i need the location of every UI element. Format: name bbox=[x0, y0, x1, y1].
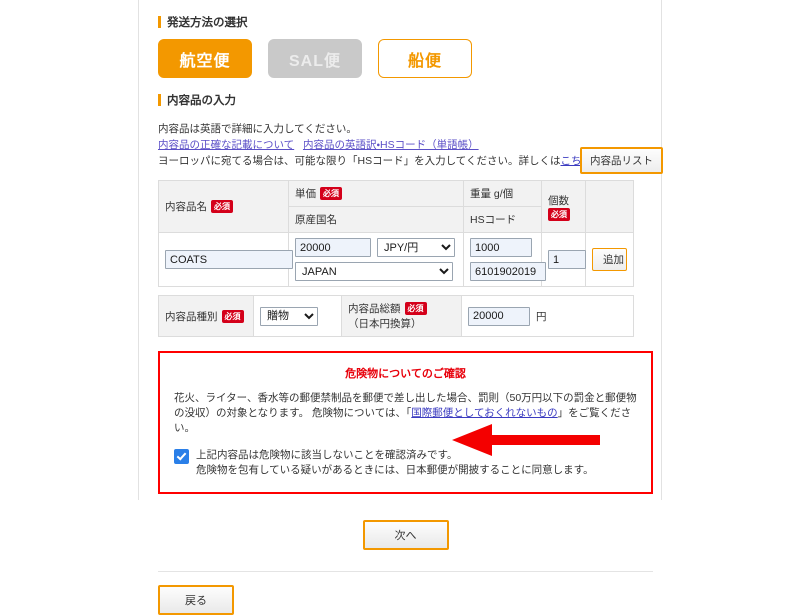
shipping-method-heading: 発送方法の選択 bbox=[158, 14, 661, 30]
item-table-header-row-1: 内容品名 必須 単価 必須 重量 g/個 個数 必須 bbox=[158, 180, 634, 233]
label-quantity: 個数 bbox=[548, 194, 569, 207]
item-name-input[interactable] bbox=[165, 250, 293, 269]
cell-price-origin: JPY/円 JAPAN bbox=[288, 232, 464, 287]
back-button[interactable]: 戻る bbox=[158, 585, 234, 615]
badge-required-unit-price: 必須 bbox=[320, 187, 342, 200]
shipping-option-sal-label: SAL便 bbox=[288, 52, 341, 70]
shipping-option-sal[interactable]: SAL便 bbox=[268, 39, 362, 78]
cell-header-origin-country: 原産国名 bbox=[288, 206, 464, 233]
link-accurate-description[interactable]: 内容品の正確な記載について bbox=[158, 139, 294, 151]
item-table: 内容品名 必須 単価 必須 重量 g/個 個数 必須 原産国名 HSコード CO… bbox=[158, 180, 634, 287]
label-content-kind: 内容品種別 bbox=[165, 310, 218, 323]
shipping-method-heading-label: 発送方法の選択 bbox=[167, 17, 248, 29]
dangerous-goods-box: 危険物についてのご確認 花火、ライター、香水等の郵便禁制品を郵便で差し出した場合… bbox=[158, 351, 653, 494]
agreement-checkbox[interactable] bbox=[174, 449, 189, 464]
cell-header-item-name: 内容品名 必須 bbox=[158, 180, 289, 233]
price-currency-row: JPY/円 bbox=[295, 238, 457, 257]
intro-line-1: 内容品は英語で詳細に入力してください。 bbox=[158, 123, 357, 135]
cell-header-action bbox=[585, 180, 634, 233]
label-hs-code: HSコード bbox=[470, 214, 517, 226]
cell-add-button: 追加 bbox=[585, 232, 634, 287]
origin-country-select[interactable]: JAPAN bbox=[295, 262, 453, 281]
badge-required-kind: 必須 bbox=[221, 309, 244, 323]
badge-required-quantity: 必須 bbox=[548, 207, 570, 221]
unit-price-input[interactable] bbox=[295, 238, 371, 257]
cell-kind-label: 内容品種別 必須 bbox=[158, 295, 254, 337]
cell-header-unit-price: 単価 必須 bbox=[288, 180, 464, 207]
heading-accent-bar bbox=[158, 16, 161, 28]
cell-kind-select: 贈物 bbox=[253, 295, 342, 337]
next-button[interactable]: 次へ bbox=[362, 520, 449, 550]
weight-input[interactable] bbox=[470, 238, 532, 257]
intro-line-3-before: ヨーロッパに宛てる場合は、可能な限り「HSコード」を入力してください。詳しくは bbox=[158, 155, 561, 167]
shipping-option-sea[interactable]: 船便 bbox=[378, 39, 472, 78]
cell-total-input: 円 bbox=[461, 295, 634, 337]
content-kind-select[interactable]: 贈物 bbox=[260, 306, 318, 326]
cell-item-name-input bbox=[158, 232, 293, 287]
add-item-button[interactable]: 追加 bbox=[592, 248, 627, 271]
label-weight: 重量 g/個 bbox=[470, 188, 514, 200]
next-button-wrap: 次へ bbox=[158, 520, 653, 550]
label-origin-country: 原産国名 bbox=[295, 214, 337, 226]
shipping-option-sea-label: 船便 bbox=[407, 52, 442, 70]
summary-table-row: 内容品種別必須 贈物 内容品総額必須 （日本円換算） 円 bbox=[158, 295, 634, 337]
left-rule bbox=[138, 0, 139, 500]
badge-required-name: 必須 bbox=[211, 200, 233, 213]
badge-required-total: 必須 bbox=[404, 302, 427, 315]
currency-select[interactable]: JPY/円 bbox=[377, 238, 455, 257]
agreement-row: 上記内容品は危険物に該当しないことを確認済みです。 危険物を包有している疑いがあ… bbox=[174, 448, 637, 478]
footer-divider bbox=[158, 571, 653, 572]
shipping-option-air[interactable]: 航空便 bbox=[158, 39, 252, 78]
cell-quantity-input bbox=[541, 232, 586, 287]
contents-input-heading: 内容品の入力 bbox=[158, 92, 661, 108]
agreement-text: 上記内容品は危険物に該当しないことを確認済みです。 危険物を包有している疑いがあ… bbox=[196, 448, 594, 478]
cell-weight-hs bbox=[463, 232, 546, 287]
cell-header-quantity: 個数 必須 bbox=[541, 180, 586, 233]
shipping-option-air-label: 航空便 bbox=[179, 52, 231, 70]
page-root: 発送方法の選択 航空便 SAL便 船便 内容品の入力 内容品は英語で詳細に入力し… bbox=[0, 0, 800, 615]
contents-input-heading-label: 内容品の入力 bbox=[167, 95, 236, 107]
contents-intro: 内容品は英語で詳細に入力してください。 内容品の正確な記載について_ 内容品の英… bbox=[158, 123, 663, 174]
link-prohibited-items[interactable]: 国際郵便としておくれないもの bbox=[411, 407, 557, 419]
label-unit-price: 単価 bbox=[295, 188, 316, 200]
label-total-amount-sub: （日本円換算） bbox=[348, 318, 422, 330]
heading-accent-bar-2 bbox=[158, 94, 161, 106]
right-rule bbox=[661, 0, 662, 500]
agreement-line-2: 危険物を包有している疑いがあるときには、日本郵便が開披することに同意します。 bbox=[196, 464, 594, 476]
dangerous-goods-body: 花火、ライター、香水等の郵便禁制品を郵便で差し出した場合、罰則（50万円以下の罰… bbox=[174, 391, 637, 436]
label-item-name: 内容品名 bbox=[165, 201, 207, 213]
label-total-amount: 内容品総額 bbox=[348, 303, 401, 315]
cell-header-weight: 重量 g/個 bbox=[463, 180, 542, 207]
hs-code-input[interactable] bbox=[470, 262, 546, 281]
form-content: 発送方法の選択 航空便 SAL便 船便 内容品の入力 内容品は英語で詳細に入力し… bbox=[158, 0, 663, 615]
shipping-method-options: 航空便 SAL便 船便 bbox=[158, 39, 661, 78]
dangerous-goods-title: 危険物についてのご確認 bbox=[345, 368, 466, 380]
link-english-hs-code[interactable]: 内容品の英語訳・HSコード（単語帳） bbox=[303, 139, 479, 151]
contents-list-button[interactable]: 内容品リスト bbox=[580, 147, 663, 174]
label-total-unit: 円 bbox=[536, 310, 547, 323]
cell-header-hs-code: HSコード bbox=[463, 206, 542, 233]
total-amount-input[interactable] bbox=[468, 306, 530, 326]
quantity-input[interactable] bbox=[548, 250, 586, 269]
summary-table: 内容品種別必須 贈物 内容品総額必須 （日本円換算） 円 bbox=[158, 295, 634, 337]
cell-total-label: 内容品総額 必須 （日本円換算） bbox=[341, 295, 462, 337]
item-table-row: JPY/円 JAPAN bbox=[158, 232, 634, 287]
agreement-line-1: 上記内容品は危険物に該当しないことを確認済みです。 bbox=[196, 449, 458, 461]
